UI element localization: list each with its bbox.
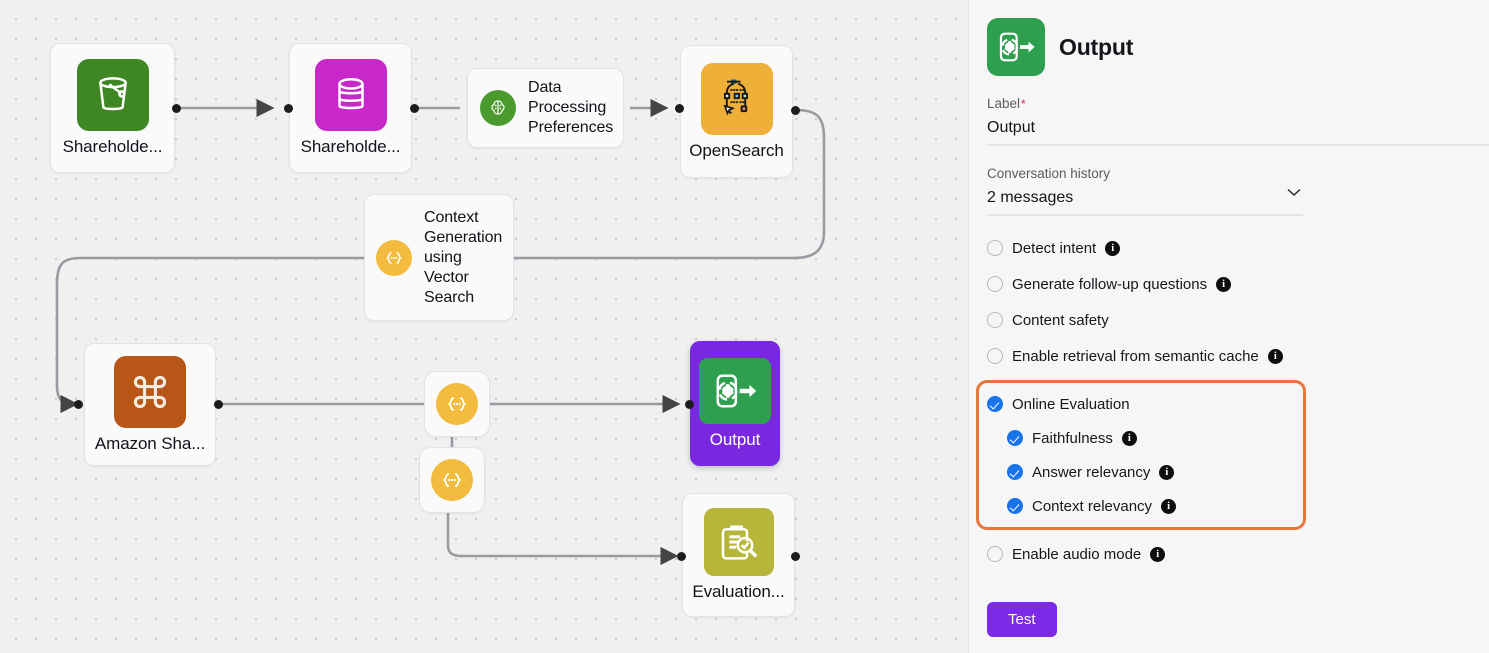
option-content-safety[interactable]: Content safety [987, 308, 1489, 332]
properties-panel: Output Label* Output Conversation histor… [968, 0, 1489, 653]
node-context-generation[interactable]: Context Generation using Vector Search [364, 194, 514, 321]
panel-header: Output [987, 18, 1489, 76]
port-in-shareholder-db[interactable] [284, 104, 293, 113]
node-evaluation[interactable]: Evaluation... [682, 493, 795, 617]
label-field-group: Label* Output [987, 96, 1489, 146]
database-icon [314, 59, 387, 131]
test-button[interactable]: Test [987, 602, 1057, 637]
node-output[interactable]: Output [690, 341, 780, 466]
node-data-processing[interactable]: Data Processing Preferences [467, 68, 624, 148]
s3-bucket-icon [76, 59, 149, 131]
option-enable-audio-mode[interactable]: Enable audio mode i [987, 542, 1489, 566]
port-in-amazon-shared[interactable] [74, 400, 83, 409]
option-label: Faithfulness [1032, 429, 1113, 447]
option-label: Context relevancy [1032, 497, 1153, 515]
checkbox[interactable] [987, 348, 1003, 364]
info-icon[interactable]: i [1150, 546, 1166, 562]
info-icon[interactable]: i [1121, 430, 1137, 446]
option-label: Content safety [1012, 311, 1109, 329]
checkbox[interactable] [987, 396, 1003, 412]
option-answer-relevancy[interactable]: Answer relevancy i [1007, 460, 1293, 484]
port-in-output[interactable] [685, 400, 694, 409]
option-detect-intent[interactable]: Detect intent i [987, 236, 1489, 260]
output-gear-arrow-icon [699, 357, 771, 424]
page-title: Output [1059, 33, 1134, 60]
option-label: Online Evaluation [1012, 395, 1130, 413]
checkbox[interactable] [987, 240, 1003, 256]
checkbox[interactable] [1007, 498, 1023, 514]
label-text: Label [987, 96, 1021, 111]
output-gear-arrow-icon [987, 18, 1045, 76]
node-prompt-1[interactable] [424, 371, 490, 437]
port-out-shareholder-s3[interactable] [172, 104, 181, 113]
option-label: Answer relevancy [1032, 463, 1151, 481]
workflow-canvas[interactable]: Shareholde... Shareholde... Data Process… [0, 0, 968, 653]
checkbox[interactable] [1007, 430, 1023, 446]
checkbox[interactable] [987, 276, 1003, 292]
opensearch-icon [700, 62, 773, 135]
info-icon[interactable]: i [1105, 240, 1121, 256]
chevron-down-icon[interactable] [1287, 185, 1301, 200]
label-input[interactable]: Output [987, 111, 1489, 144]
node-label: Context Generation using Vector Search [424, 208, 503, 306]
option-faithfulness[interactable]: Faithfulness i [1007, 426, 1293, 450]
evaluation-clipboard-icon [703, 508, 774, 576]
options-list: Detect intent i Generate follow-up quest… [976, 236, 1489, 566]
prompt-braces-icon [431, 459, 473, 501]
option-label: Generate follow-up questions [1012, 275, 1208, 293]
node-label: Evaluation... [692, 582, 785, 601]
info-icon[interactable]: i [1267, 348, 1283, 364]
online-evaluation-highlight-box: Online Evaluation Faithfulness i Answer … [976, 380, 1306, 530]
info-icon[interactable]: i [1159, 464, 1175, 480]
option-enable-retrieval-semantic-cache[interactable]: Enable retrieval from semantic cache i [987, 344, 1489, 368]
label-input-underline [987, 144, 1489, 146]
port-out-shareholder-db[interactable] [410, 104, 419, 113]
node-label: Amazon Sha... [94, 433, 206, 453]
node-label: Data Processing Preferences [528, 79, 614, 136]
brain-gear-icon [480, 90, 516, 126]
node-label: OpenSearch [689, 140, 784, 160]
port-out-opensearch[interactable] [791, 106, 800, 115]
option-generate-follow-up-questions[interactable]: Generate follow-up questions i [987, 272, 1489, 296]
option-online-evaluation[interactable]: Online Evaluation [987, 392, 1293, 416]
label-field-caption: Label* [987, 96, 1489, 111]
option-label: Enable audio mode [1012, 545, 1142, 563]
conversation-history-group: Conversation history 2 messages [987, 166, 1303, 216]
option-label: Detect intent [1012, 239, 1097, 257]
prompt-braces-icon [376, 239, 412, 276]
info-icon[interactable]: i [1161, 498, 1177, 514]
checkbox[interactable] [987, 546, 1003, 562]
port-out-evaluation[interactable] [791, 552, 800, 561]
node-label: Shareholde... [62, 137, 163, 156]
port-in-opensearch[interactable] [675, 104, 684, 113]
node-shareholder-db[interactable]: Shareholde... [289, 43, 412, 173]
port-out-amazon-shared[interactable] [214, 400, 223, 409]
amazon-command-icon [114, 355, 186, 428]
checkbox[interactable] [987, 312, 1003, 328]
info-icon[interactable]: i [1216, 276, 1232, 292]
node-label: Shareholde... [300, 137, 401, 156]
prompt-braces-icon [436, 383, 478, 425]
conversation-history-underline [987, 214, 1303, 216]
conversation-history-select[interactable]: 2 messages [987, 181, 1303, 214]
node-prompt-2[interactable] [419, 447, 485, 513]
option-context-relevancy[interactable]: Context relevancy i [1007, 494, 1293, 518]
node-shareholder-s3[interactable]: Shareholde... [50, 43, 175, 173]
node-opensearch[interactable]: OpenSearch [680, 45, 793, 178]
required-asterisk: * [1021, 97, 1026, 111]
port-in-evaluation[interactable] [677, 552, 686, 561]
checkbox[interactable] [1007, 464, 1023, 480]
conversation-history-caption: Conversation history [987, 166, 1111, 181]
node-amazon-shared[interactable]: Amazon Sha... [84, 343, 216, 466]
node-label: Output [709, 429, 761, 449]
option-label: Enable retrieval from semantic cache [1012, 347, 1259, 365]
